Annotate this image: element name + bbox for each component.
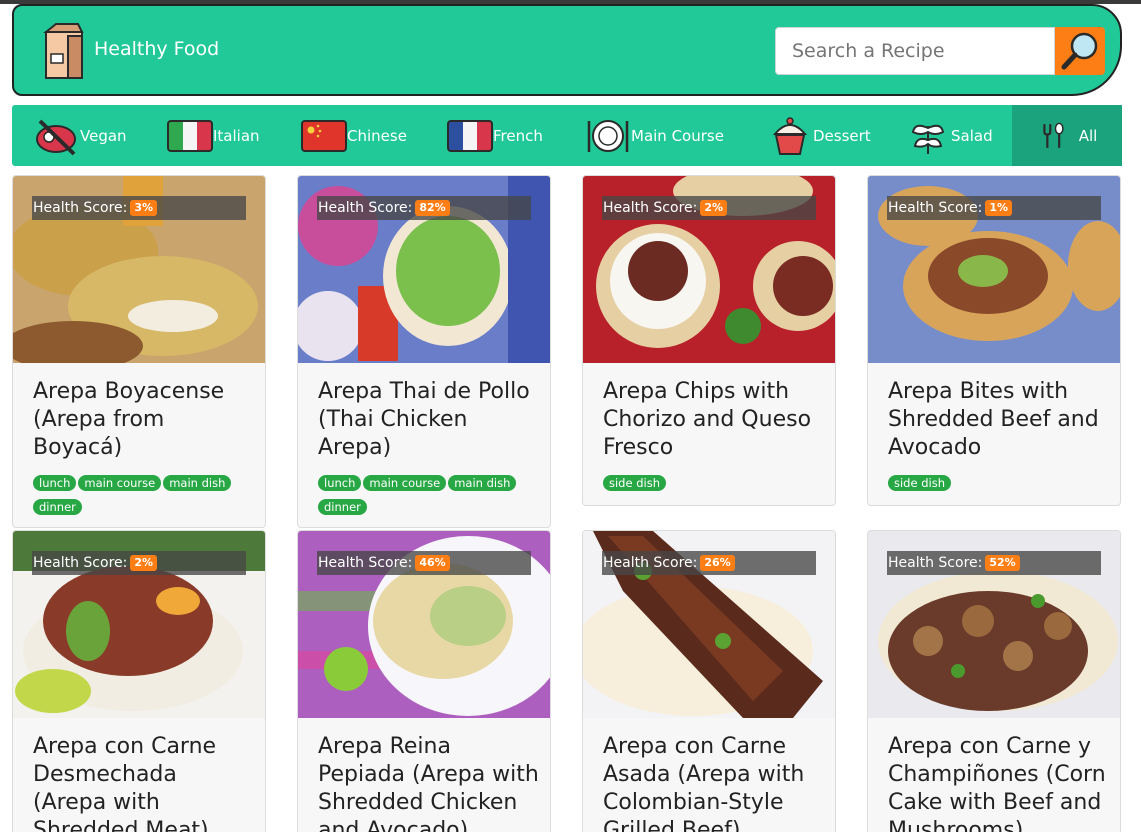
recipe-tags: side dish: [888, 475, 1110, 491]
search-input[interactable]: [775, 27, 1055, 75]
cutlery-icon: [1042, 122, 1064, 148]
recipe-title[interactable]: Arepa Thai de Pollo (Thai Chicken Arepa): [318, 378, 540, 462]
recipe-card[interactable]: Health Score: 82% Arepa Thai de Pollo (Th…: [297, 175, 551, 528]
header-bar: Healthy Food: [12, 4, 1122, 96]
tag-badge: main course: [78, 475, 162, 491]
search-button[interactable]: [1055, 27, 1105, 75]
health-score-badge: Health Score: 2%: [32, 551, 246, 575]
recipe-card[interactable]: Health Score: 46% Arepa Reina Pepiada (Ar…: [297, 530, 551, 832]
health-score-badge: Health Score: 52%: [887, 551, 1101, 575]
tag-badge: side dish: [888, 475, 951, 491]
recipe-card[interactable]: Health Score: 2% Arepa con Carne Desmecha…: [12, 530, 266, 832]
health-score-value: 52%: [985, 555, 1020, 571]
recipe-card[interactable]: Health Score: 1% Arepa Bites with Shredde…: [867, 175, 1121, 506]
recipe-title[interactable]: Arepa con Carne Desmechada (Arepa with S…: [33, 733, 255, 832]
health-score-badge: Health Score: 82%: [317, 196, 531, 220]
health-score-badge: Health Score: 46%: [317, 551, 531, 575]
tag-badge: main course: [363, 475, 447, 491]
recipe-title[interactable]: Arepa Bites with Shredded Beef and Avoca…: [888, 378, 1110, 462]
category-italian[interactable]: Italian: [167, 105, 287, 166]
health-score-value: 1%: [985, 200, 1013, 216]
tag-badge: main dish: [448, 475, 517, 491]
plate-icon: [587, 119, 629, 152]
health-score-label: Health Score:: [888, 200, 983, 216]
tag-badge: dinner: [33, 499, 82, 515]
health-score-label: Health Score:: [33, 200, 128, 216]
category-label: Chinese: [347, 126, 407, 145]
health-score-badge: Health Score: 1%: [887, 196, 1101, 220]
category-label: Salad: [951, 126, 993, 145]
health-score-label: Health Score:: [318, 555, 413, 571]
cupcake-icon: [772, 116, 808, 155]
category-all[interactable]: All: [1012, 105, 1122, 166]
health-score-value: 46%: [415, 555, 450, 571]
category-label: Main Course: [631, 126, 724, 145]
herb-icon: [911, 124, 945, 154]
tag-badge: lunch: [33, 475, 77, 491]
health-score-label: Health Score:: [603, 200, 698, 216]
recipe-tags: lunch main course main dish dinner: [33, 475, 255, 515]
category-label: Vegan: [80, 126, 127, 145]
health-score-label: Health Score:: [603, 555, 698, 571]
category-label: Italian: [213, 126, 260, 145]
health-score-value: 2%: [130, 555, 158, 571]
recipe-card[interactable]: Health Score: 26% Arepa con Carne Asada (…: [582, 530, 836, 832]
recipe-card[interactable]: Health Score: 3% Arepa Boyacense (Arepa f…: [12, 175, 266, 528]
category-french[interactable]: French: [447, 105, 567, 166]
france-flag-icon: [447, 119, 493, 152]
health-score-label: Health Score:: [33, 555, 128, 571]
category-dessert[interactable]: Dessert: [767, 105, 887, 166]
recipe-tags: lunch main course main dish dinner: [318, 475, 540, 515]
tag-badge: dinner: [318, 499, 367, 515]
grocery-bag-logo-icon[interactable]: [42, 22, 86, 80]
health-score-label: Health Score:: [888, 555, 983, 571]
health-score-value: 26%: [700, 555, 735, 571]
china-flag-icon: [301, 119, 347, 152]
health-score-badge: Health Score: 3%: [32, 196, 246, 220]
italy-flag-icon: [167, 119, 213, 152]
brand-title[interactable]: Healthy Food: [94, 38, 219, 60]
recipe-card[interactable]: Health Score: 52% Arepa con Carne y Champ…: [867, 530, 1121, 832]
health-score-badge: Health Score: 26%: [602, 551, 816, 575]
category-salad[interactable]: Salad: [905, 105, 1015, 166]
recipe-title[interactable]: Arepa Boyacense (Arepa from Boyacá): [33, 378, 255, 462]
category-nav: Vegan Italian Chinese French Main Course: [12, 105, 1122, 166]
tag-badge: side dish: [603, 475, 666, 491]
category-label: French: [493, 126, 543, 145]
recipe-tags: side dish: [603, 475, 825, 491]
health-score-value: 3%: [130, 200, 158, 216]
category-main-course[interactable]: Main Course: [585, 105, 745, 166]
category-chinese[interactable]: Chinese: [301, 105, 421, 166]
tag-badge: main dish: [163, 475, 232, 491]
health-score-value: 82%: [415, 200, 450, 216]
category-label: All: [1078, 126, 1098, 145]
health-score-badge: Health Score: 2%: [602, 196, 816, 220]
health-score-value: 2%: [700, 200, 728, 216]
health-score-label: Health Score:: [318, 200, 413, 216]
recipe-title[interactable]: Arepa Reina Pepiada (Arepa with Shredded…: [318, 733, 540, 832]
no-meat-icon: [36, 119, 76, 155]
category-vegan[interactable]: Vegan: [34, 105, 154, 166]
recipe-card[interactable]: Health Score: 2% Arepa Chips with Chorizo…: [582, 175, 836, 506]
recipe-title[interactable]: Arepa con Carne y Champiñones (Corn Cake…: [888, 733, 1110, 832]
recipe-title[interactable]: Arepa con Carne Asada (Arepa with Colomb…: [603, 733, 825, 832]
tag-badge: lunch: [318, 475, 362, 491]
category-label: Dessert: [813, 126, 871, 145]
recipe-title[interactable]: Arepa Chips with Chorizo and Queso Fresc…: [603, 378, 825, 462]
magnifier-icon: [1061, 32, 1098, 70]
